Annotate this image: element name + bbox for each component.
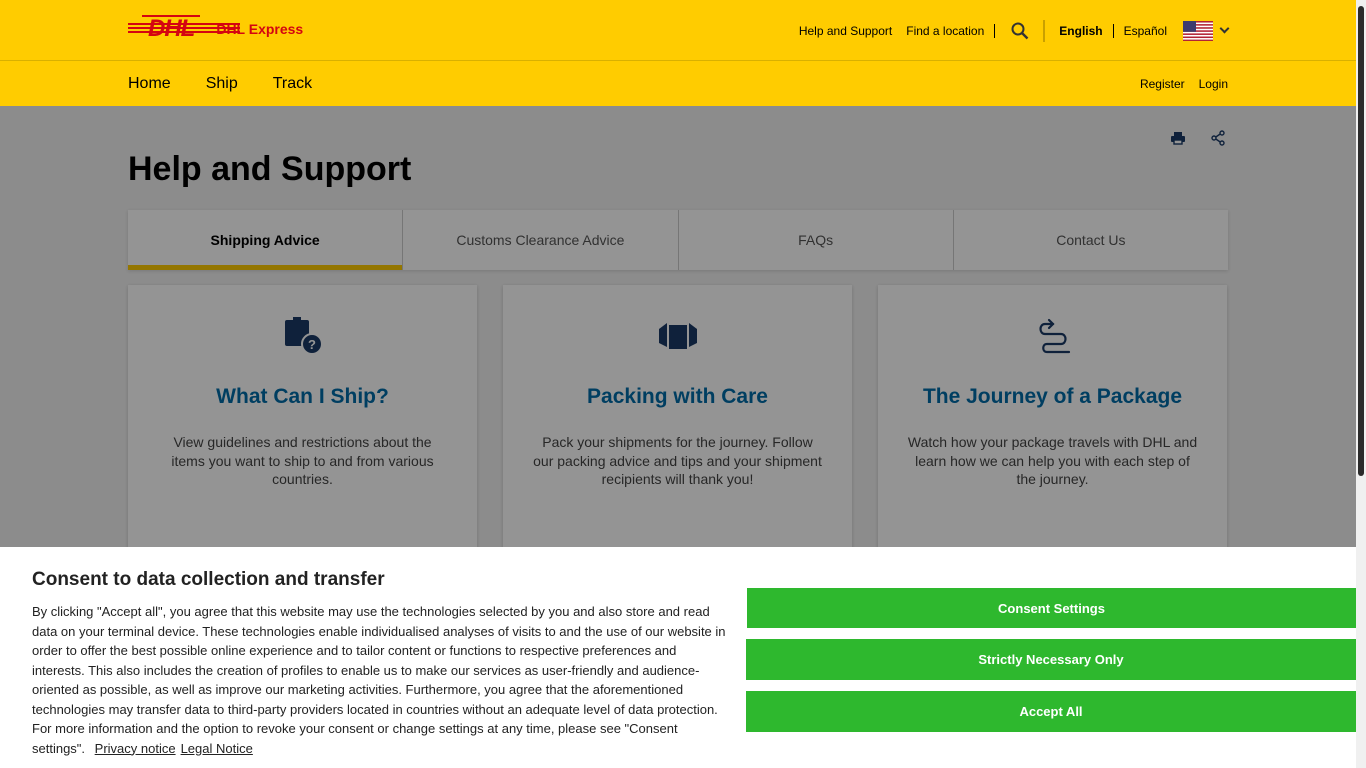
divider: [994, 23, 996, 38]
legal-notice-link[interactable]: Legal Notice: [181, 741, 253, 756]
page-scrollbar[interactable]: [1356, 0, 1366, 768]
consent-description: By clicking "Accept all", you agree that…: [32, 604, 726, 756]
chevron-down-icon[interactable]: [1219, 23, 1230, 34]
consent-body: By clicking "Accept all", you agree that…: [32, 602, 732, 758]
accept-all-button[interactable]: Accept All: [746, 691, 1356, 732]
dhl-express-logo[interactable]: DHL DHL Express: [128, 15, 303, 42]
nav-track[interactable]: Track: [273, 75, 312, 93]
search-icon[interactable]: [1011, 22, 1029, 40]
consent-banner: Consent to data collection and transfer …: [0, 547, 1356, 768]
us-flag-icon[interactable]: [1183, 20, 1213, 41]
nav-home[interactable]: Home: [128, 75, 171, 93]
utility-links: Help and Support Find a location English…: [799, 0, 1230, 61]
logo-dhl-text: DHL: [142, 15, 201, 43]
nav-ship[interactable]: Ship: [206, 75, 238, 93]
login-link[interactable]: Login: [1199, 77, 1228, 91]
top-header: DHL DHL Express Help and Support Find a …: [0, 0, 1356, 61]
register-link[interactable]: Register: [1140, 77, 1185, 91]
privacy-notice-link[interactable]: Privacy notice: [95, 741, 176, 756]
language-espanol[interactable]: Español: [1124, 24, 1167, 38]
consent-settings-button[interactable]: Consent Settings: [747, 588, 1356, 628]
divider: [1043, 19, 1046, 42]
consent-title: Consent to data collection and transfer: [32, 569, 385, 590]
language-english[interactable]: English: [1059, 24, 1102, 38]
help-support-link[interactable]: Help and Support: [799, 24, 892, 38]
scrollbar-thumb[interactable]: [1358, 6, 1364, 476]
find-location-link[interactable]: Find a location: [906, 24, 984, 38]
divider: [1112, 23, 1114, 38]
main-nav: Home Ship Track Register Login: [0, 61, 1356, 106]
strictly-necessary-button[interactable]: Strictly Necessary Only: [746, 639, 1356, 680]
